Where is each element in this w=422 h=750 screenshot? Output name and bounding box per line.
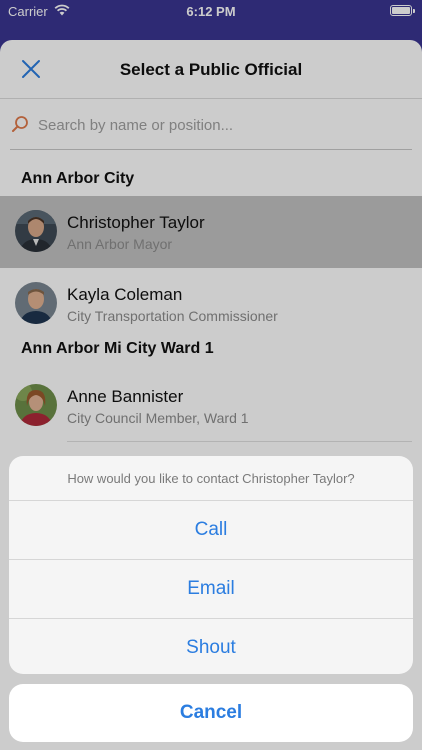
call-button[interactable]: Call xyxy=(9,501,413,560)
email-button[interactable]: Email xyxy=(9,560,413,619)
contact-action-sheet: How would you like to contact Christophe… xyxy=(9,456,413,674)
action-sheet-title: How would you like to contact Christophe… xyxy=(9,456,413,501)
cancel-button[interactable]: Cancel xyxy=(9,684,413,742)
shout-button[interactable]: Shout xyxy=(9,619,413,674)
